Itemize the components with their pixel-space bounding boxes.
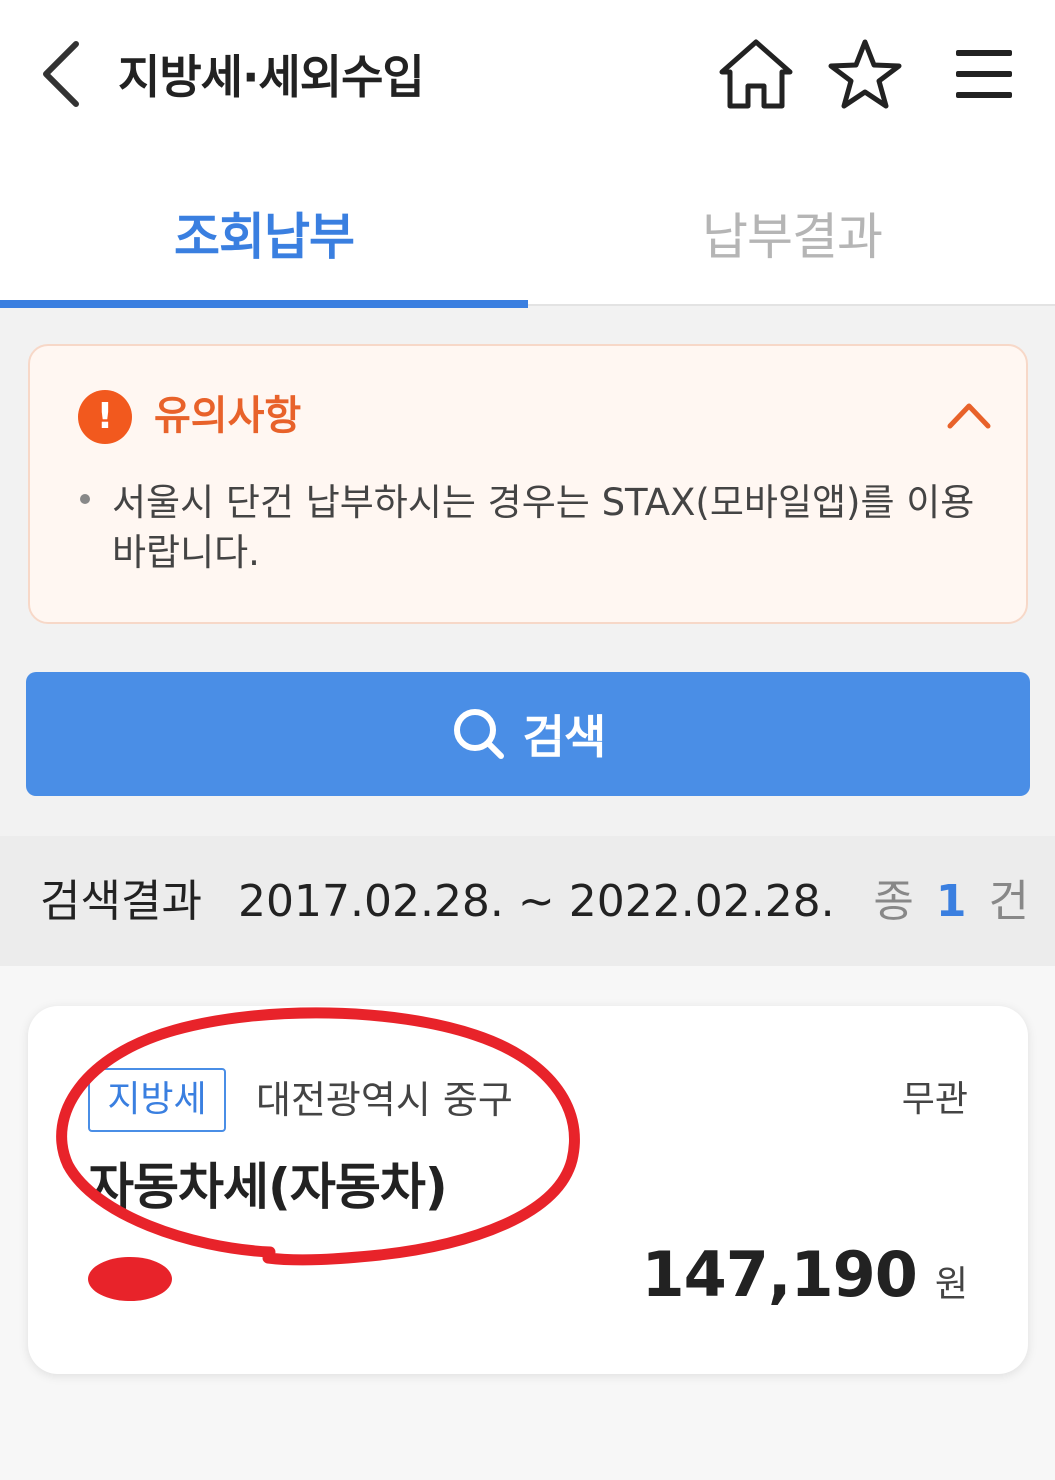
tax-item-name: 자동차세(자동차) <box>88 1158 448 1216</box>
region-label: 대전광역시 중구 <box>256 1078 513 1122</box>
results-label: 검색결과 <box>40 876 202 927</box>
bullet-icon <box>80 494 90 504</box>
chevron-up-icon[interactable] <box>946 398 992 432</box>
home-icon[interactable] <box>716 36 796 112</box>
chevron-left-icon[interactable] <box>38 38 86 110</box>
results-date-range: 2017.02.28. ~ 2022.02.28. <box>238 876 835 927</box>
search-button-label: 검색 <box>522 710 607 764</box>
star-icon[interactable] <box>826 36 904 112</box>
search-button[interactable]: 검색 <box>26 672 1030 796</box>
count-prefix: 종 <box>873 876 914 927</box>
payment-status: 무관 <box>901 1079 968 1120</box>
results-list: 지방세 대전광역시 중구 무관 자동차세(자동차) 147,190 원 <box>0 966 1055 1480</box>
currency-unit: 원 <box>934 1264 968 1305</box>
tax-type-badge: 지방세 <box>88 1068 226 1132</box>
notice-box: ! 유의사항 서울시 단건 납부하시는 경우는 STAX(모바일앱)를 이용바랍… <box>28 344 1028 624</box>
tab-bar: 조회납부 납부결과 <box>0 160 1055 308</box>
results-count: 1 <box>935 876 967 927</box>
amount-group: 147,190 원 <box>641 1238 968 1311</box>
tab-inquiry-payment[interactable]: 조회납부 <box>0 160 528 308</box>
notice-title: 유의사항 <box>154 393 302 439</box>
alert-icon: ! <box>78 390 132 444</box>
tab-payment-results[interactable]: 납부결과 <box>528 160 1055 306</box>
page: 지방세·세외수입 조회납부 납부결과 ! 유의사항 서울시 단건 납부하시는 경… <box>0 0 1055 1480</box>
tab-label: 납부결과 <box>702 208 883 266</box>
page-title: 지방세·세외수입 <box>118 50 425 104</box>
results-count-group: 종 1 건 <box>873 872 1029 932</box>
results-summary: 검색결과 2017.02.28. ~ 2022.02.28. 종 1 건 <box>0 836 1055 966</box>
menu-icon[interactable] <box>952 46 1016 102</box>
app-header: 지방세·세외수입 <box>0 0 1055 160</box>
search-icon <box>453 709 504 759</box>
list-item[interactable]: 지방세 대전광역시 중구 무관 자동차세(자동차) 147,190 원 <box>28 1006 1028 1374</box>
amount-value: 147,190 <box>641 1238 917 1311</box>
notice-text: 서울시 단건 납부하시는 경우는 STAX(모바일앱)를 이용바랍니다. <box>112 481 975 574</box>
count-suffix: 건 <box>988 876 1029 927</box>
tab-label: 조회납부 <box>174 208 355 266</box>
